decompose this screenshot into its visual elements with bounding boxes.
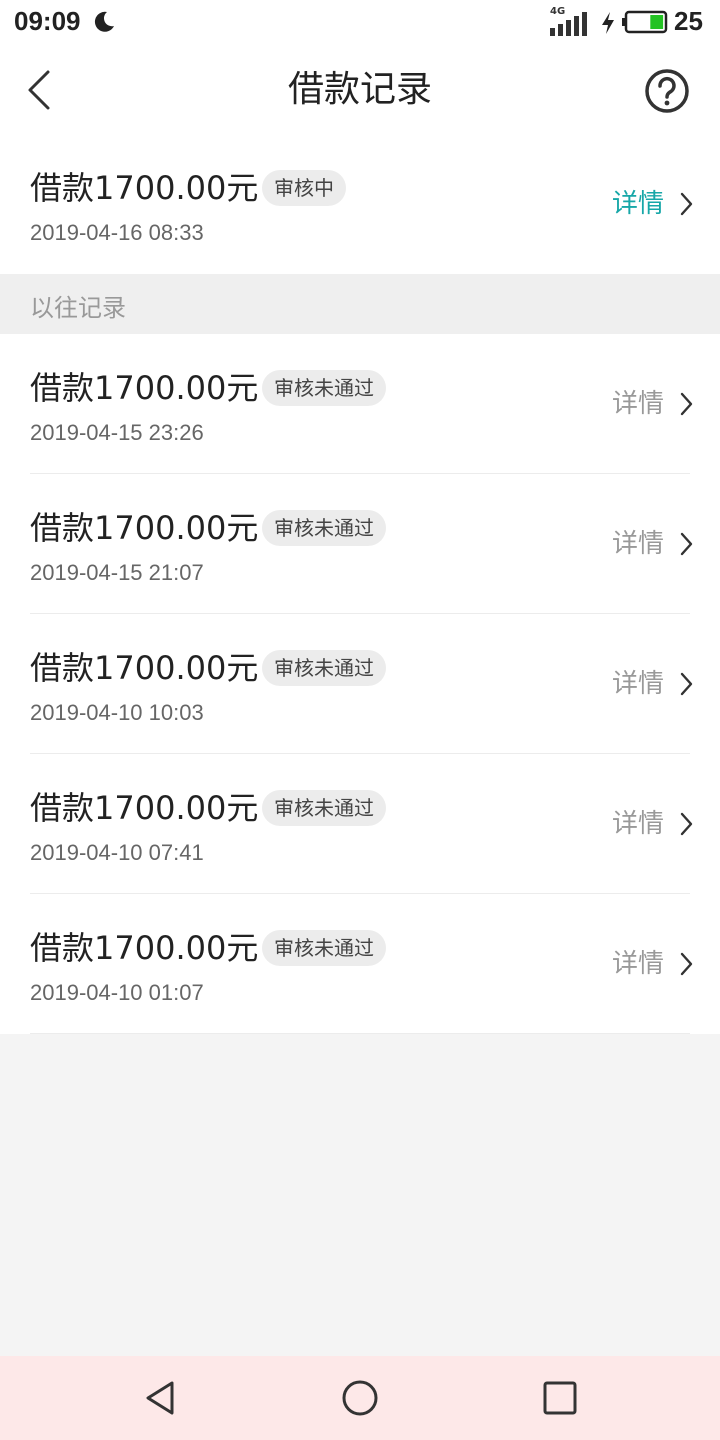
record-row[interactable]: 借款1700.00元 审核未通过 2019-04-10 07:41 详情 (0, 754, 720, 894)
system-back-button[interactable] (140, 1378, 180, 1418)
system-nav-bar (0, 1356, 720, 1440)
detail-link[interactable]: 详情 (612, 386, 664, 422)
record-row[interactable]: 借款1700.00元 审核未通过 2019-04-15 21:07 详情 (0, 474, 720, 614)
record-row[interactable]: 借款1700.00元 审核未通过 2019-04-10 10:03 详情 (0, 614, 720, 754)
record-date: 2019-04-15 23:26 (30, 420, 204, 445)
chevron-right-icon (680, 952, 693, 976)
chevron-right-icon (680, 672, 693, 696)
signal-icon (550, 12, 587, 36)
record-row[interactable]: 借款1700.00元 审核未通过 2019-04-10 01:07 详情 (0, 894, 720, 1034)
record-date: 2019-04-16 08:33 (30, 220, 204, 245)
record-row[interactable]: 借款1700.00元 审核未通过 2019-04-15 23:26 详情 (0, 334, 720, 474)
detail-link[interactable]: 详情 (612, 806, 664, 842)
chevron-right-icon (680, 812, 693, 836)
status-badge: 审核未通过 (262, 370, 386, 406)
record-amount: 借款1700.00元 (30, 789, 259, 827)
system-recents-button[interactable] (540, 1378, 580, 1418)
signal-indicator: 4G (548, 6, 588, 36)
record-row-current[interactable]: 借款1700.00元 审核中 2019-04-16 08:33 详情 (0, 134, 720, 274)
battery-icon (622, 10, 668, 34)
status-time: 09:09 (14, 6, 81, 36)
battery-level: 25 (674, 6, 703, 36)
record-date: 2019-04-10 01:07 (30, 980, 204, 1005)
past-records-header: 以往记录 (0, 274, 720, 334)
record-amount: 借款1700.00元 (30, 369, 259, 407)
status-badge: 审核未通过 (262, 510, 386, 546)
detail-link[interactable]: 详情 (612, 526, 664, 562)
detail-link[interactable]: 详情 (612, 666, 664, 702)
record-date: 2019-04-10 07:41 (30, 840, 204, 865)
status-badge: 审核未通过 (262, 930, 386, 966)
row-divider (30, 1033, 690, 1034)
help-button[interactable] (644, 68, 690, 114)
record-amount: 借款1700.00元 (30, 169, 259, 207)
status-badge: 审核未通过 (262, 650, 386, 686)
battery-fill (650, 15, 664, 29)
current-record-section: 借款1700.00元 审核中 2019-04-16 08:33 详情 (0, 134, 720, 274)
record-date: 2019-04-10 10:03 (30, 700, 204, 725)
chevron-right-icon (680, 192, 693, 216)
system-home-button[interactable] (340, 1378, 380, 1418)
status-bar: 09:09 4G 25 (0, 0, 720, 46)
charging-icon (602, 12, 614, 34)
page-title: 借款记录 (287, 69, 432, 110)
record-amount: 借款1700.00元 (30, 929, 259, 967)
detail-link[interactable]: 详情 (612, 946, 664, 982)
detail-link[interactable]: 详情 (612, 186, 664, 222)
record-amount: 借款1700.00元 (30, 509, 259, 547)
chevron-right-icon (680, 392, 693, 416)
chevron-right-icon (680, 532, 693, 556)
record-date: 2019-04-15 21:07 (30, 560, 204, 585)
status-badge: 审核未通过 (262, 790, 386, 826)
past-records-list: 借款1700.00元 审核未通过 2019-04-15 23:26 详情 借款1… (0, 334, 720, 1034)
past-records-label: 以往记录 (30, 294, 126, 322)
moon-icon (94, 11, 114, 32)
nav-bar: 借款记录 (0, 46, 720, 134)
screen: 09:09 4G 25 借款记录 借款1700.00元 审核中 2019-04-… (0, 0, 720, 1440)
status-badge: 审核中 (262, 170, 346, 206)
record-amount: 借款1700.00元 (30, 649, 259, 687)
